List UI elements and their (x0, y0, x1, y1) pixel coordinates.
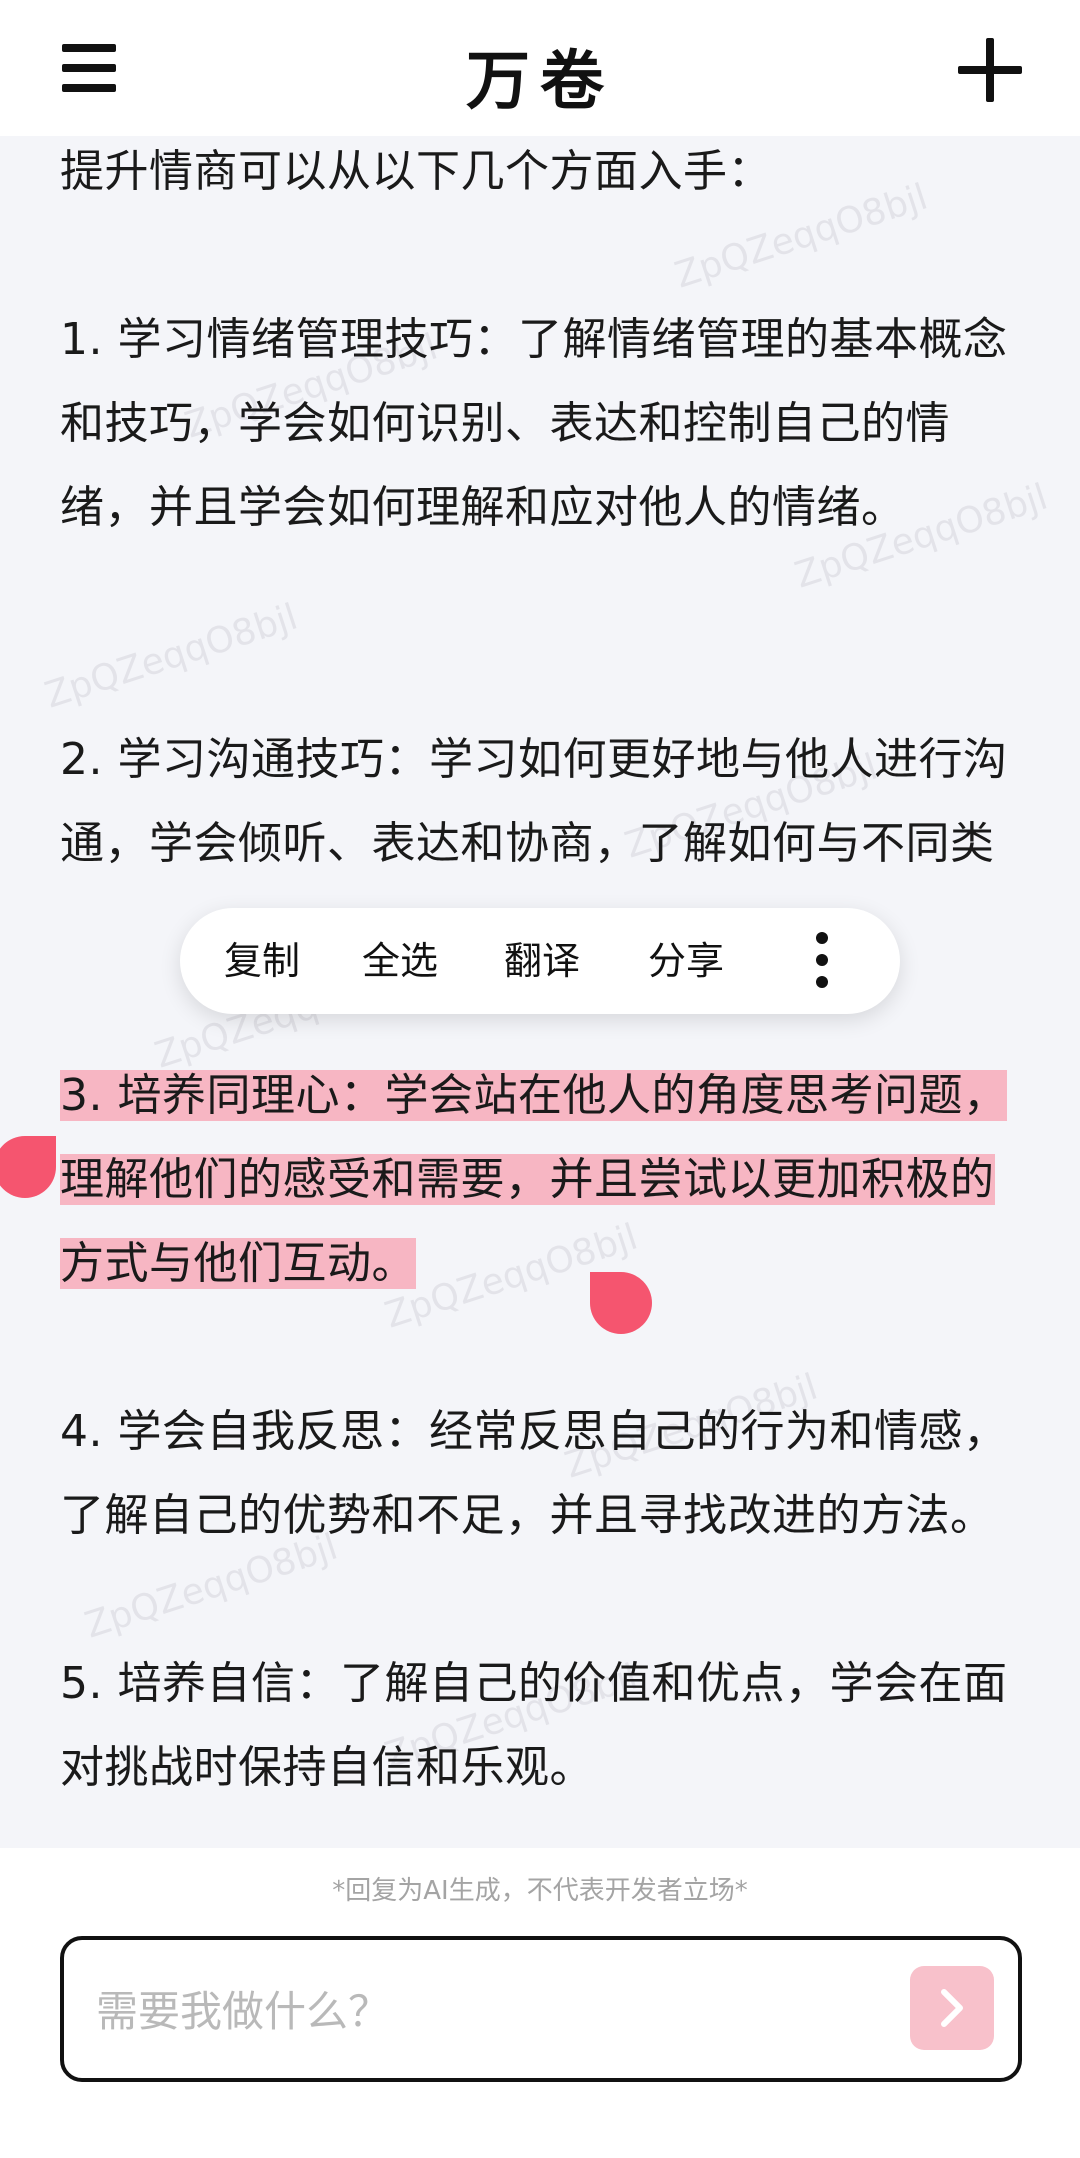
list-item-1: 1. 学习情绪管理技巧：了解情绪管理的基本概念和技巧，学会如何识别、表达和控制自… (60, 314, 1008, 533)
selection-start-handle[interactable] (0, 1136, 56, 1198)
app-title: 万卷 (466, 44, 614, 119)
app-header: 万卷 (0, 0, 1080, 136)
message-input-box (60, 1936, 1022, 2082)
send-button[interactable] (910, 1966, 994, 2050)
message-input[interactable] (94, 1970, 878, 2052)
selection-end-handle[interactable] (590, 1272, 652, 1334)
new-chat-plus-icon[interactable] (958, 38, 1022, 102)
translate-menu-item[interactable]: 翻译 (504, 908, 580, 1014)
watermark: ZpQZeqqO8bjl (40, 596, 303, 717)
list-item-2: 2. 学习沟通技巧：学习如何更好地与他人进行沟通，学会倾听、表达和协商，了解如何… (60, 734, 1008, 869)
chevron-right-icon (941, 1989, 963, 2027)
chat-footer: *回复为AI生成，不代表开发者立场* (0, 1848, 1080, 2158)
message-content[interactable]: ZpQZeqqO8bjl ZpQZeqqO8bjl ZpQZeqqO8bjl Z… (0, 136, 1080, 1848)
text-selection-menu: 复制 全选 翻译 分享 (180, 908, 900, 1014)
chat-screen: 万卷 ZpQZeqqO8bjl ZpQZeqqO8bjl ZpQZeqqO8bj… (0, 0, 1080, 2158)
select-all-menu-item[interactable]: 全选 (362, 908, 438, 1014)
intro-text: 提升情商可以从以下几个方面入手： (60, 146, 772, 197)
selected-text: 3. 培养同理心：学会站在他人的角度思考问题，理解他们的感受和需要，并且尝试以更… (60, 1070, 1008, 1289)
ai-disclaimer: *回复为AI生成，不代表开发者立场* (332, 1876, 748, 1906)
list-item-3-selected: 3. 培养同理心：学会站在他人的角度思考问题，理解他们的感受和需要，并且尝试以更… (60, 1054, 1028, 1306)
more-vertical-icon[interactable] (810, 932, 834, 990)
list-item-5: 5. 培养自信：了解自己的价值和优点，学会在面对挑战时保持自信和乐观。 (60, 1658, 1008, 1793)
list-item-4: 4. 学会自我反思：经常反思自己的行为和情感，了解自己的优势和不足，并且寻找改进… (60, 1406, 1008, 1541)
share-menu-item[interactable]: 分享 (648, 908, 724, 1014)
copy-menu-item[interactable]: 复制 (224, 908, 300, 1014)
